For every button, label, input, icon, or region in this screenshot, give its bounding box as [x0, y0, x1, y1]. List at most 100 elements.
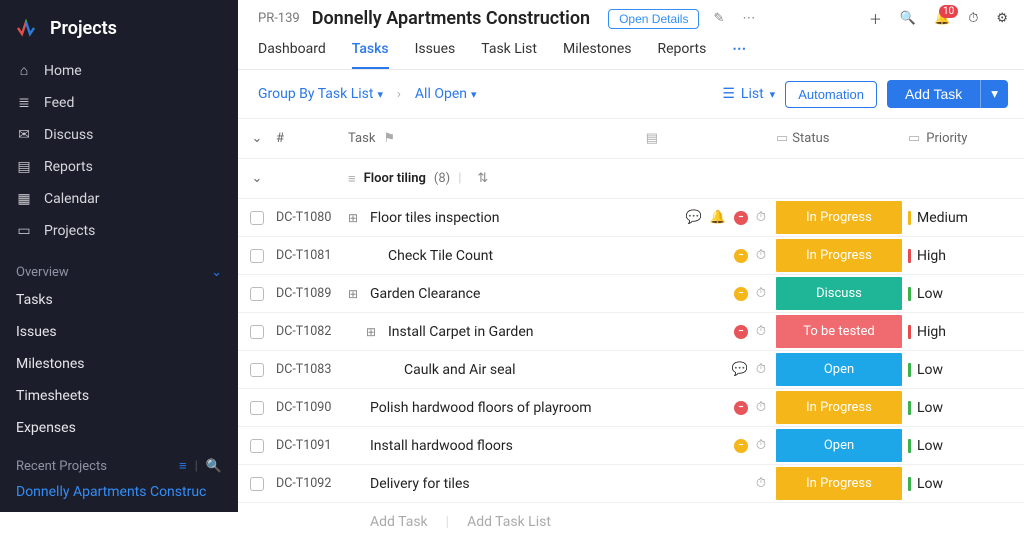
subtask-expand-icon[interactable]: ⊞: [348, 211, 362, 225]
tab-tasks[interactable]: Tasks: [352, 35, 389, 69]
filter-icon[interactable]: ≡: [179, 458, 187, 474]
status-cell[interactable]: Open: [776, 353, 908, 386]
task-cell[interactable]: ⊞ Floor tiles inspection: [348, 210, 666, 226]
comment-icon[interactable]: 💬: [732, 362, 748, 377]
group-by-dropdown[interactable]: Group By Task List ▾: [258, 86, 383, 102]
add-task-caret[interactable]: ▾: [980, 80, 1008, 108]
more-icon[interactable]: ⋯: [738, 11, 759, 26]
status-cell[interactable]: To be tested: [776, 315, 908, 348]
timer-icon[interactable]: ⏱: [756, 362, 766, 377]
priority-cell[interactable]: Low: [908, 286, 1024, 302]
nav-projects[interactable]: ▭Projects: [0, 215, 238, 247]
sort-icon[interactable]: ⇅: [477, 171, 488, 186]
filter-dropdown[interactable]: All Open ▾: [415, 86, 477, 102]
priority-cell[interactable]: High: [908, 248, 1024, 264]
open-details-button[interactable]: Open Details: [608, 9, 699, 29]
nav-calendar[interactable]: ▦Calendar: [0, 183, 238, 215]
group-toggle-icon[interactable]: ⌄: [238, 171, 276, 186]
task-row[interactable]: DC-T1091 Install hardwood floors −⏱ Open…: [238, 427, 1024, 465]
overview-header[interactable]: Overview ⌄: [0, 257, 238, 284]
task-cell[interactable]: Delivery for tiles: [348, 476, 666, 492]
subtask-expand-icon[interactable]: ⊞: [348, 287, 362, 301]
priority-cell[interactable]: Low: [908, 362, 1024, 378]
tab-issues[interactable]: Issues: [415, 35, 456, 69]
task-row[interactable]: DC-T1090 Polish hardwood floors of playr…: [238, 389, 1024, 427]
status-dot-icon[interactable]: −: [734, 325, 748, 339]
task-cell[interactable]: ⊞ Install Carpet in Garden: [348, 324, 666, 340]
status-cell[interactable]: Open: [776, 429, 908, 462]
task-row[interactable]: DC-T1080 ⊞ Floor tiles inspection 💬🔔−⏱ I…: [238, 199, 1024, 237]
timer-icon[interactable]: ⏱: [756, 210, 766, 225]
nav-reports[interactable]: ▤Reports: [0, 151, 238, 183]
settings-icon[interactable]: ⚙: [996, 11, 1008, 26]
task-row[interactable]: DC-T1081 Check Tile Count −⏱ In Progress…: [238, 237, 1024, 275]
status-dot-icon[interactable]: −: [734, 249, 748, 263]
tab-more[interactable]: ⋯: [732, 35, 746, 69]
nav-discuss[interactable]: ✉Discuss: [0, 119, 238, 151]
recent-project-link[interactable]: Donnelly Apartments Construc: [0, 478, 238, 506]
kanban-icon[interactable]: ▤: [646, 131, 658, 146]
subnav-tasks[interactable]: Tasks: [0, 284, 238, 316]
row-checkbox[interactable]: [238, 325, 276, 339]
subtask-expand-icon[interactable]: ⊞: [366, 325, 380, 339]
task-row[interactable]: DC-T1089 ⊞ Garden Clearance −⏱ Discuss L…: [238, 275, 1024, 313]
col-status[interactable]: ▭Status: [776, 131, 908, 146]
search-icon[interactable]: 🔍: [206, 459, 222, 474]
status-cell[interactable]: In Progress: [776, 239, 908, 272]
nav-home[interactable]: ⌂Home: [0, 54, 238, 87]
comment-icon[interactable]: 💬: [685, 210, 701, 225]
col-id[interactable]: #: [276, 131, 348, 146]
add-icon[interactable]: ＋: [869, 9, 882, 28]
add-task-inline[interactable]: Add Task: [370, 514, 428, 530]
task-cell[interactable]: Check Tile Count: [348, 248, 666, 264]
timer-icon[interactable]: ⏱: [756, 324, 766, 339]
task-row[interactable]: DC-T1082 ⊞ Install Carpet in Garden −⏱ T…: [238, 313, 1024, 351]
pin-icon[interactable]: ✎: [709, 11, 728, 26]
collapse-all-icon[interactable]: ⌄: [238, 131, 276, 146]
subnav-milestones[interactable]: Milestones: [0, 348, 238, 380]
col-priority[interactable]: ▭Priority: [908, 131, 1024, 146]
task-row[interactable]: DC-T1092 Delivery for tiles ⏱ In Progres…: [238, 465, 1024, 503]
priority-cell[interactable]: Low: [908, 476, 1024, 492]
col-task[interactable]: Task ⚑ ▤: [348, 131, 666, 146]
reminder-icon[interactable]: 🔔: [710, 210, 726, 225]
task-cell[interactable]: Polish hardwood floors of playroom: [348, 400, 666, 416]
add-task-button[interactable]: Add Task: [887, 80, 980, 108]
subnav-issues[interactable]: Issues: [0, 316, 238, 348]
timer-icon[interactable]: ⏱: [756, 438, 766, 453]
automation-button[interactable]: Automation: [785, 81, 877, 108]
status-cell[interactable]: In Progress: [776, 467, 908, 500]
status-cell[interactable]: In Progress: [776, 391, 908, 424]
status-dot-icon[interactable]: −: [734, 211, 748, 225]
row-checkbox[interactable]: [238, 249, 276, 263]
tab-reports[interactable]: Reports: [658, 35, 707, 69]
group-row[interactable]: ⌄ ≡ Floor tiling (8) | ⇅: [238, 159, 1024, 199]
row-checkbox[interactable]: [238, 439, 276, 453]
timer-icon[interactable]: ⏱: [756, 400, 766, 415]
status-cell[interactable]: In Progress: [776, 201, 908, 234]
row-checkbox[interactable]: [238, 287, 276, 301]
nav-feed[interactable]: ≣Feed: [0, 87, 238, 119]
view-dropdown[interactable]: ☰ List ▾: [722, 86, 775, 102]
task-row[interactable]: DC-T1083 Caulk and Air seal 💬⏱ Open Low: [238, 351, 1024, 389]
row-checkbox[interactable]: [238, 363, 276, 377]
row-checkbox[interactable]: [238, 211, 276, 225]
tab-tasklist[interactable]: Task List: [481, 35, 537, 69]
status-cell[interactable]: Discuss: [776, 277, 908, 310]
add-task-list-inline[interactable]: Add Task List: [467, 514, 551, 530]
priority-cell[interactable]: Low: [908, 400, 1024, 416]
task-cell[interactable]: Caulk and Air seal: [348, 362, 666, 378]
status-dot-icon[interactable]: −: [734, 439, 748, 453]
priority-cell[interactable]: Medium: [908, 210, 1024, 226]
tab-dashboard[interactable]: Dashboard: [258, 35, 326, 69]
subnav-expenses[interactable]: Expenses: [0, 412, 238, 444]
task-cell[interactable]: Install hardwood floors: [348, 438, 666, 454]
priority-cell[interactable]: Low: [908, 438, 1024, 454]
task-cell[interactable]: ⊞ Garden Clearance: [348, 286, 666, 302]
row-checkbox[interactable]: [238, 401, 276, 415]
priority-cell[interactable]: High: [908, 324, 1024, 340]
timer-icon[interactable]: ⏱: [756, 248, 766, 263]
timer-icon[interactable]: ⏱: [756, 286, 766, 301]
tab-milestones[interactable]: Milestones: [563, 35, 632, 69]
search-icon[interactable]: 🔍: [900, 11, 916, 26]
